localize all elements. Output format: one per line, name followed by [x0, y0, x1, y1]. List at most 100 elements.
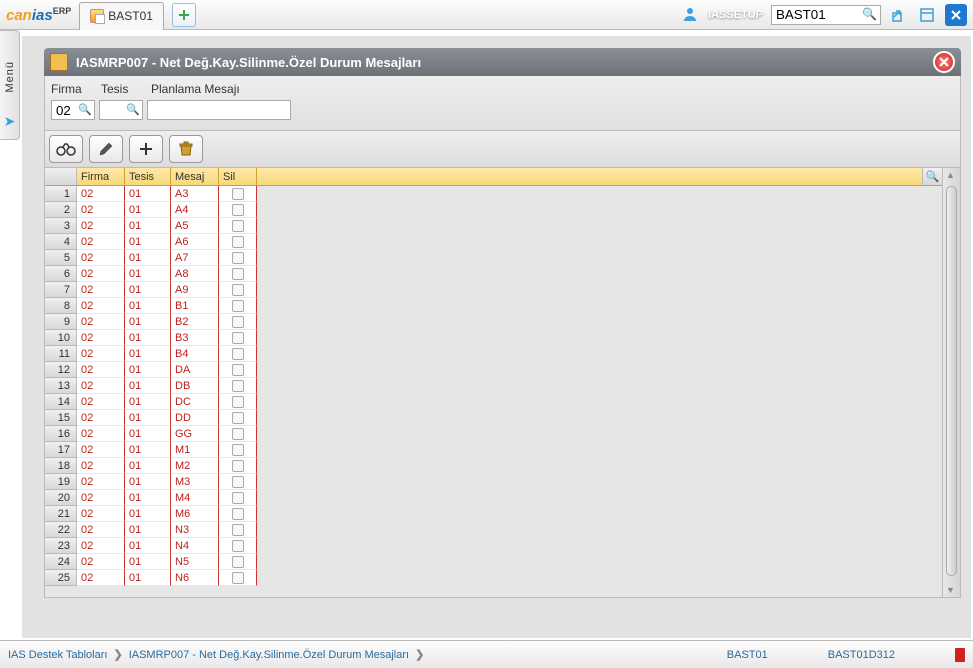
cell-sil[interactable]	[219, 538, 257, 554]
search-button[interactable]	[49, 135, 83, 163]
cell-mesaj[interactable]: A4	[171, 202, 219, 218]
cell-mesaj[interactable]: M2	[171, 458, 219, 474]
cell-mesaj[interactable]: GG	[171, 426, 219, 442]
table-row[interactable]: 160201GG	[45, 426, 942, 442]
cell-firma[interactable]: 02	[77, 570, 125, 586]
cell-firma[interactable]: 02	[77, 282, 125, 298]
cell-sil[interactable]	[219, 234, 257, 250]
table-row[interactable]: 70201A9	[45, 282, 942, 298]
table-row[interactable]: 90201B2	[45, 314, 942, 330]
edit-button[interactable]	[89, 135, 123, 163]
cell-sil[interactable]	[219, 570, 257, 586]
cell-sil[interactable]	[219, 474, 257, 490]
checkbox[interactable]	[232, 460, 244, 472]
breadcrumb-2[interactable]: IASMRP007 - Net Değ.Kay.Silinme.Özel Dur…	[129, 649, 409, 661]
cell-mesaj[interactable]: DB	[171, 378, 219, 394]
cell-tesis[interactable]: 01	[125, 378, 171, 394]
cell-firma[interactable]: 02	[77, 186, 125, 202]
col-firma[interactable]: Firma	[77, 168, 125, 185]
cell-tesis[interactable]: 01	[125, 330, 171, 346]
checkbox[interactable]	[232, 492, 244, 504]
cell-mesaj[interactable]: B3	[171, 330, 219, 346]
table-row[interactable]: 210201M6	[45, 506, 942, 522]
table-row[interactable]: 220201N3	[45, 522, 942, 538]
cell-sil[interactable]	[219, 250, 257, 266]
search-icon[interactable]: 🔍	[78, 103, 92, 116]
table-row[interactable]: 100201B3	[45, 330, 942, 346]
cell-tesis[interactable]: 01	[125, 458, 171, 474]
cell-sil[interactable]	[219, 394, 257, 410]
cell-firma[interactable]: 02	[77, 474, 125, 490]
cell-firma[interactable]: 02	[77, 218, 125, 234]
col-tesis[interactable]: Tesis	[125, 168, 171, 185]
checkbox[interactable]	[232, 348, 244, 360]
cell-mesaj[interactable]: N4	[171, 538, 219, 554]
cell-mesaj[interactable]: N5	[171, 554, 219, 570]
cell-firma[interactable]: 02	[77, 442, 125, 458]
layout-icon[interactable]	[917, 5, 937, 25]
cell-sil[interactable]	[219, 298, 257, 314]
app-close-button[interactable]	[945, 4, 967, 26]
cell-sil[interactable]	[219, 346, 257, 362]
cell-sil[interactable]	[219, 218, 257, 234]
checkbox[interactable]	[232, 252, 244, 264]
cell-firma[interactable]: 02	[77, 202, 125, 218]
col-sil[interactable]: Sil	[219, 168, 257, 185]
cell-tesis[interactable]: 01	[125, 250, 171, 266]
checkbox[interactable]	[232, 364, 244, 376]
cell-tesis[interactable]: 01	[125, 282, 171, 298]
breadcrumb-1[interactable]: IAS Destek Tabloları	[8, 649, 107, 661]
checkbox[interactable]	[232, 188, 244, 200]
cell-mesaj[interactable]: B4	[171, 346, 219, 362]
cell-firma[interactable]: 02	[77, 362, 125, 378]
cell-firma[interactable]: 02	[77, 490, 125, 506]
cell-sil[interactable]	[219, 330, 257, 346]
cell-mesaj[interactable]: A8	[171, 266, 219, 282]
checkbox[interactable]	[232, 300, 244, 312]
cell-tesis[interactable]: 01	[125, 346, 171, 362]
cell-sil[interactable]	[219, 506, 257, 522]
table-row[interactable]: 120201DA	[45, 362, 942, 378]
checkbox[interactable]	[232, 508, 244, 520]
add-button[interactable]	[129, 135, 163, 163]
cell-sil[interactable]	[219, 410, 257, 426]
new-tab-button[interactable]	[172, 3, 196, 27]
cell-mesaj[interactable]: A3	[171, 186, 219, 202]
table-row[interactable]: 140201DC	[45, 394, 942, 410]
checkbox[interactable]	[232, 380, 244, 392]
checkbox[interactable]	[232, 316, 244, 328]
delete-button[interactable]	[169, 135, 203, 163]
cell-firma[interactable]: 02	[77, 522, 125, 538]
table-row[interactable]: 30201A5	[45, 218, 942, 234]
cell-firma[interactable]: 02	[77, 250, 125, 266]
scrollbar-thumb[interactable]	[946, 186, 957, 576]
table-row[interactable]: 230201N4	[45, 538, 942, 554]
cell-sil[interactable]	[219, 186, 257, 202]
cell-firma[interactable]: 02	[77, 410, 125, 426]
table-row[interactable]: 190201M3	[45, 474, 942, 490]
cell-firma[interactable]: 02	[77, 378, 125, 394]
table-search-icon[interactable]: 🔍	[922, 168, 942, 185]
table-row[interactable]: 240201N5	[45, 554, 942, 570]
cell-tesis[interactable]: 01	[125, 266, 171, 282]
cell-firma[interactable]: 02	[77, 298, 125, 314]
cell-tesis[interactable]: 01	[125, 522, 171, 538]
cell-sil[interactable]	[219, 282, 257, 298]
checkbox[interactable]	[232, 220, 244, 232]
cell-tesis[interactable]: 01	[125, 538, 171, 554]
cell-sil[interactable]	[219, 490, 257, 506]
cell-tesis[interactable]: 01	[125, 426, 171, 442]
table-row[interactable]: 10201A3	[45, 186, 942, 202]
detach-icon[interactable]	[889, 5, 909, 25]
cell-tesis[interactable]: 01	[125, 298, 171, 314]
cell-tesis[interactable]: 01	[125, 410, 171, 426]
checkbox[interactable]	[232, 428, 244, 440]
checkbox[interactable]	[232, 332, 244, 344]
cell-mesaj[interactable]: A6	[171, 234, 219, 250]
cell-mesaj[interactable]: B2	[171, 314, 219, 330]
cell-firma[interactable]: 02	[77, 554, 125, 570]
cell-firma[interactable]: 02	[77, 330, 125, 346]
cell-mesaj[interactable]: B1	[171, 298, 219, 314]
cell-mesaj[interactable]: A9	[171, 282, 219, 298]
cell-tesis[interactable]: 01	[125, 218, 171, 234]
